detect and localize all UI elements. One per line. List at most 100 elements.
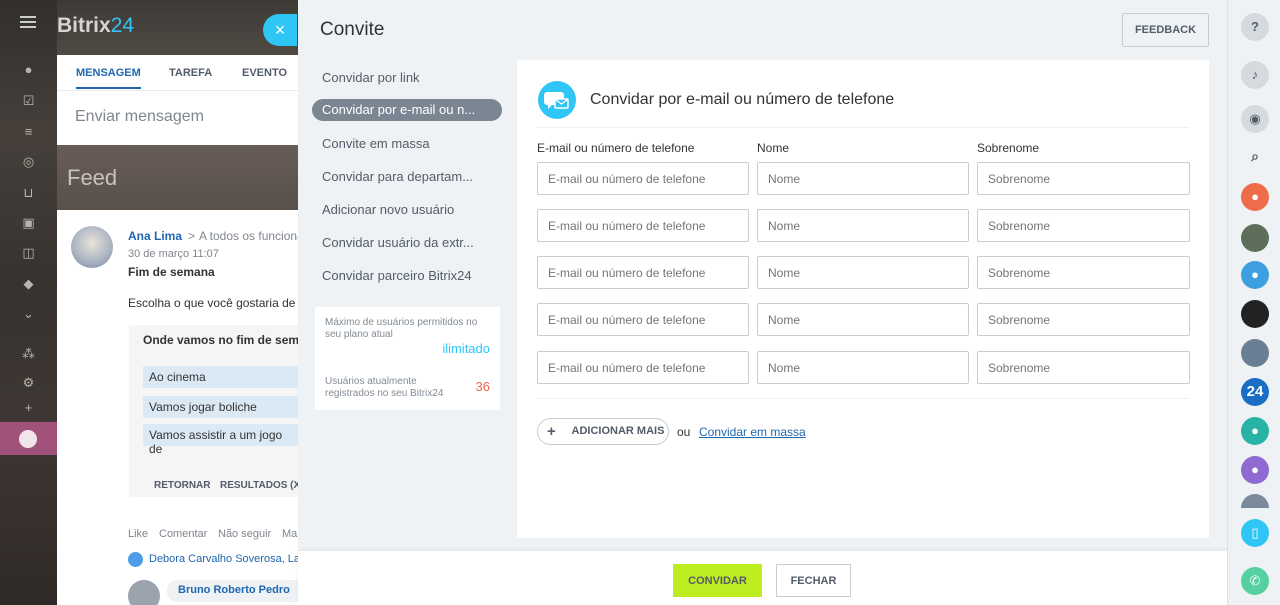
bitrix24-icon[interactable]: 24: [1241, 378, 1269, 406]
add-more-button[interactable]: + ADICIONAR MAIS: [537, 418, 669, 445]
post-recipients[interactable]: A todos os funciona: [199, 229, 304, 243]
last-name-field[interactable]: [977, 209, 1190, 242]
poll-option[interactable]: Vamos assistir a um jogo de: [143, 424, 303, 456]
search-icon[interactable]: ⌕: [1241, 142, 1269, 170]
plus-icon: +: [547, 423, 556, 440]
like-link[interactable]: Like: [128, 528, 148, 540]
post-recipients-arrow-icon: >: [188, 229, 196, 243]
menu-item-add-user[interactable]: Adicionar novo usuário: [312, 198, 502, 231]
tasks-icon[interactable]: ☑: [21, 93, 36, 108]
help-icon[interactable]: ?: [1241, 13, 1269, 41]
avatar[interactable]: [1241, 494, 1269, 508]
email-field[interactable]: [537, 303, 749, 336]
avatar[interactable]: [1241, 224, 1269, 252]
menu-item-invite-email[interactable]: Convidar por e-mail ou n...: [312, 99, 502, 121]
feed-post: Ana Lima > A todos os funciona 30 de mar…: [57, 210, 317, 605]
divider: [537, 127, 1189, 128]
card-title: Convidar por e-mail ou número de telefon…: [590, 91, 895, 108]
poll-results-button[interactable]: RESULTADOS (X: [220, 480, 300, 491]
column-header-last-name: Sobrenome: [977, 141, 1040, 155]
feed-title: Feed: [67, 165, 118, 190]
email-field[interactable]: [537, 256, 749, 289]
avatar[interactable]: [1241, 339, 1269, 367]
max-users-label: Máximo de usuários permitidos no seu pla…: [325, 317, 478, 340]
likes-list[interactable]: Debora Carvalho Soverosa, La: [149, 553, 300, 565]
mobile-icon[interactable]: ▯: [1241, 519, 1269, 547]
phone-icon[interactable]: ✆: [1241, 567, 1269, 595]
menu-item-mass-invite[interactable]: Convite em massa: [312, 132, 502, 165]
add-more-label: ADICIONAR MAIS: [571, 425, 665, 437]
or-text: ou: [677, 425, 691, 439]
close-icon: ×: [274, 20, 286, 40]
avatar[interactable]: [128, 580, 160, 605]
last-name-field[interactable]: [977, 303, 1190, 336]
tab-message[interactable]: MENSAGEM: [76, 67, 141, 89]
first-name-field[interactable]: [757, 162, 969, 195]
poll-option[interactable]: Vamos jogar boliche: [143, 396, 303, 418]
registered-users-value: 36: [475, 379, 490, 394]
tab-event[interactable]: EVENTO: [242, 67, 287, 79]
feedback-button[interactable]: FEEDBACK: [1122, 13, 1209, 47]
plus-icon[interactable]: +: [21, 400, 36, 415]
poll-question: Onde vamos no fim de sema: [143, 333, 306, 347]
crown-icon: [19, 430, 37, 448]
unfollow-link[interactable]: Não seguir: [218, 528, 271, 540]
group-icon[interactable]: ●: [1241, 261, 1269, 289]
avatar[interactable]: [1241, 300, 1269, 328]
crown-menu-item[interactable]: [0, 422, 57, 455]
post-body: Escolha o que você gostaria de f: [128, 296, 303, 310]
robot-icon[interactable]: ◫: [21, 245, 36, 260]
message-placeholder[interactable]: Enviar mensagem: [75, 108, 204, 126]
target-icon[interactable]: ◎: [21, 154, 36, 169]
contact-card-icon[interactable]: ▣: [21, 215, 36, 230]
bell-icon[interactable]: ♪: [1241, 61, 1269, 89]
post-date[interactable]: 30 de março 11:07: [128, 248, 219, 260]
menu-item-invite-partner[interactable]: Convidar parceiro Bitrix24: [312, 264, 502, 297]
chat-icon[interactable]: ◉: [1241, 105, 1269, 133]
chat-email-icon: [538, 81, 576, 119]
menu-burger-icon[interactable]: [20, 16, 36, 28]
last-name-field[interactable]: [977, 162, 1190, 195]
first-name-field[interactable]: [757, 351, 969, 384]
mass-invite-link[interactable]: Convidar em massa: [699, 425, 806, 439]
invite-menu: Convidar por link Convidar por e-mail ou…: [312, 66, 502, 297]
invite-button[interactable]: CONVIDAR: [673, 564, 762, 597]
menu-item-invite-extranet[interactable]: Convidar usuário da extr...: [312, 231, 502, 264]
post-title: Fim de semana: [128, 265, 215, 279]
last-name-field[interactable]: [977, 351, 1190, 384]
first-name-field[interactable]: [757, 256, 969, 289]
last-name-field[interactable]: [977, 256, 1190, 289]
email-field[interactable]: [537, 209, 749, 242]
poll-return-button[interactable]: RETORNAR: [154, 480, 210, 491]
comment-link[interactable]: Comentar: [159, 528, 207, 540]
filter-icon[interactable]: ≡: [21, 124, 36, 139]
box-icon[interactable]: ◆: [21, 276, 36, 291]
bitrix24-logo[interactable]: Bitrix24: [57, 14, 134, 38]
slider-title: Convite: [320, 19, 385, 40]
gear-icon[interactable]: ⚙: [21, 375, 36, 390]
user-limits-box: Máximo de usuários permitidos no seu pla…: [315, 307, 500, 410]
chevron-down-icon[interactable]: ⌄: [21, 306, 36, 321]
group-icon[interactable]: ●: [1241, 183, 1269, 211]
close-slider-button[interactable]: ×: [263, 14, 297, 46]
tab-task[interactable]: TAREFA: [169, 67, 212, 79]
cart-icon[interactable]: ⊔: [21, 185, 36, 200]
sitemap-icon[interactable]: ⁂: [21, 346, 36, 361]
group-icon[interactable]: ●: [1241, 417, 1269, 445]
group-icon[interactable]: ●: [1241, 456, 1269, 484]
slider-footer: CONVIDAR FECHAR: [298, 551, 1227, 605]
avatar[interactable]: [71, 226, 113, 268]
email-field[interactable]: [537, 162, 749, 195]
close-button[interactable]: FECHAR: [776, 564, 851, 597]
menu-item-invite-link[interactable]: Convidar por link: [312, 66, 502, 99]
email-field[interactable]: [537, 351, 749, 384]
activity-icon[interactable]: ●: [21, 62, 36, 77]
menu-item-invite-department[interactable]: Convidar para departam...: [312, 165, 502, 198]
first-name-field[interactable]: [757, 303, 969, 336]
poll-option[interactable]: Ao cinema: [143, 366, 303, 388]
first-name-field[interactable]: [757, 209, 969, 242]
post-author[interactable]: Ana Lima: [128, 229, 182, 243]
comment-author[interactable]: Bruno Roberto Pedro: [178, 584, 290, 596]
left-menu-rail: ● ☑ ≡ ◎ ⊔ ▣ ◫ ◆ ⌄ ⁂ ⚙ +: [0, 0, 57, 605]
more-link[interactable]: Ma: [282, 528, 297, 540]
